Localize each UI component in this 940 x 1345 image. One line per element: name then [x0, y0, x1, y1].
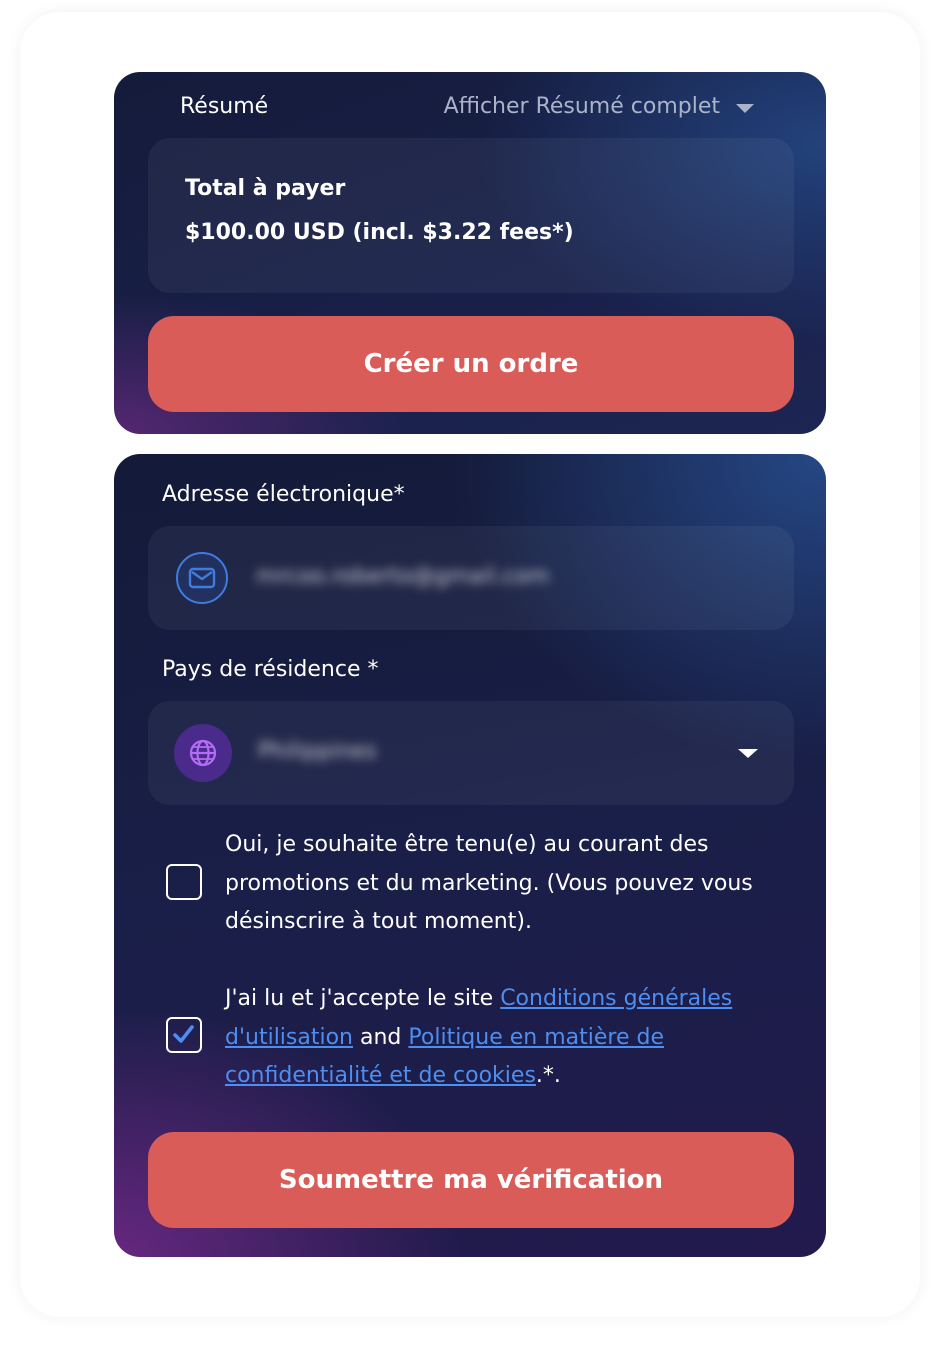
terms-text-before: J'ai lu et j'accepte le site [225, 986, 501, 1011]
terms-consent-row: J'ai lu et j'accepte le site Conditions … [162, 980, 762, 1100]
show-full-summary-label: Afficher Résumé complet [443, 94, 720, 119]
email-label: Adresse électronique* [162, 482, 405, 507]
show-full-summary-toggle[interactable]: Afficher Résumé complet [444, 94, 754, 119]
total-title: Total à payer [185, 176, 346, 201]
create-order-button[interactable]: Créer un ordre [148, 316, 794, 412]
country-label: Pays de résidence * [162, 657, 379, 682]
terms-checkbox[interactable] [166, 1017, 202, 1053]
marketing-consent-row: Oui, je souhaite être tenu(e) au courant… [162, 826, 762, 946]
chevron-down-icon [738, 749, 758, 758]
marketing-checkbox[interactable] [166, 864, 202, 900]
terms-text-and: and [353, 1024, 409, 1050]
marketing-consent-text: Oui, je souhaite être tenu(e) au courant… [225, 832, 753, 934]
country-value: Philippines [258, 739, 377, 764]
total-value: $100.00 USD (incl. $3.22 fees*) [185, 220, 574, 245]
summary-card: Résumé Afficher Résumé complet Total à p… [114, 72, 826, 434]
email-value: mrcoo.roberto@gmail.com [256, 564, 550, 589]
check-icon [173, 1025, 194, 1043]
chevron-down-icon [736, 104, 754, 113]
country-select[interactable]: Philippines [148, 701, 794, 805]
terms-consent-text: J'ai lu et j'accepte le site Conditions … [225, 980, 785, 1096]
submit-verification-button[interactable]: Soumettre ma vérification [148, 1132, 794, 1228]
total-box: Total à payer $100.00 USD (incl. $3.22 f… [148, 138, 794, 293]
email-field[interactable]: mrcoo.roberto@gmail.com [148, 526, 794, 630]
globe-icon [174, 724, 232, 782]
terms-text-after: .*. [535, 1063, 561, 1088]
mail-icon [176, 552, 228, 604]
verification-form-card: Adresse électronique* mrcoo.roberto@gmai… [114, 454, 826, 1257]
summary-label: Résumé [180, 94, 269, 119]
